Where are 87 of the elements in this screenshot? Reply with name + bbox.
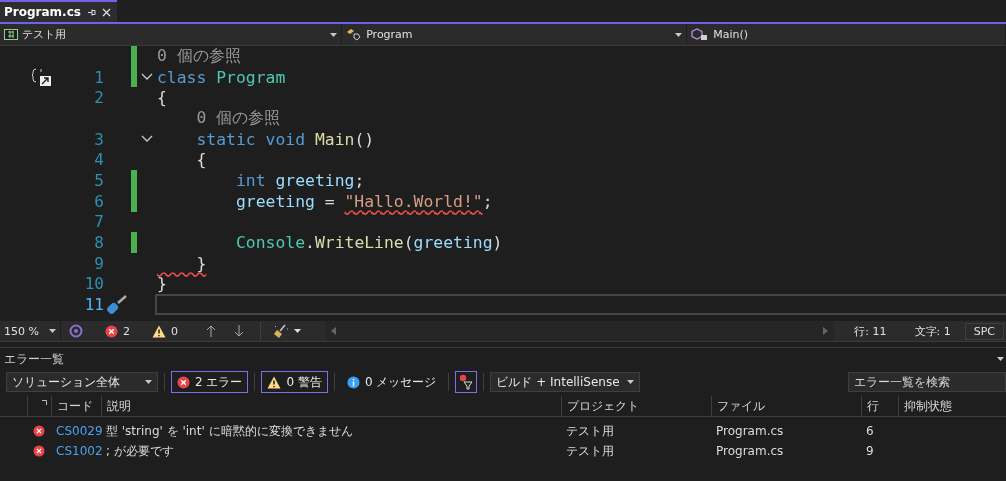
line-number: 7 <box>93 212 104 232</box>
panel-title: エラー一覧 <box>4 350 64 368</box>
scope-dropdown[interactable]: ソリューション全体 <box>6 372 158 392</box>
broom-icon[interactable] <box>273 324 289 338</box>
column-header[interactable]: 行 <box>861 396 898 416</box>
copilot-icon[interactable] <box>69 324 83 338</box>
panel-menu-caret-icon[interactable] <box>997 357 1004 361</box>
line-number: 10 <box>83 274 104 294</box>
error-icon <box>33 425 45 437</box>
code-braces-icon[interactable] <box>31 67 53 88</box>
warning-icon <box>267 375 282 389</box>
table-cell-text: Program.cs <box>715 444 785 458</box>
line-number: 6 <box>93 191 104 211</box>
line-number: 1 <box>93 67 104 87</box>
error-icon <box>105 324 118 338</box>
code-line: greeting = "Hallo.World!"; <box>234 191 493 211</box>
warning-filter-button[interactable]: 0 警告 <box>261 371 328 393</box>
column-header[interactable]: 抑制状態 <box>898 396 1006 416</box>
error-code-link[interactable]: CS1002 <box>51 444 101 458</box>
up-arrow-icon[interactable] <box>206 325 216 337</box>
error-code-link[interactable]: CS0029 <box>51 424 101 438</box>
sort-corner-icon <box>42 400 47 405</box>
table-cell-text: テスト用 <box>565 442 615 460</box>
column-header[interactable]: プロジェクト <box>561 396 711 416</box>
error-filter-button[interactable]: 2 エラー <box>171 371 249 393</box>
column-header[interactable]: ファイル <box>711 396 861 416</box>
dropdown-caret-icon <box>145 380 152 384</box>
table-cell-text: 型 'string' を 'int' に暗黙的に変換できません <box>105 422 354 440</box>
code-line: Console.WriteLine(greeting) <box>234 233 503 253</box>
table-cell-text: 6 <box>865 424 875 438</box>
reference-count-lens[interactable]: 0 個の参照 <box>157 107 281 130</box>
code-line: } <box>157 274 167 294</box>
line-number: 5 <box>93 170 104 190</box>
column-indicator: 文字: 1 <box>913 323 952 339</box>
warning-icon <box>152 324 166 338</box>
table-cell-text: Program.cs <box>715 424 785 438</box>
collapse-icon[interactable] <box>141 73 153 82</box>
line-number: 11 <box>83 295 104 315</box>
error-count[interactable]: 2 <box>123 324 130 338</box>
type-dropdown[interactable]: Program <box>342 24 688 45</box>
line-number: 9 <box>93 253 104 273</box>
dropdown-caret-icon <box>675 32 683 37</box>
down-arrow-icon[interactable] <box>234 325 244 337</box>
search-field[interactable]: エラー一覧を検索 <box>848 372 1006 392</box>
warning-count[interactable]: 0 <box>171 324 178 338</box>
dropdown-caret-icon <box>49 329 56 333</box>
error-icon <box>33 445 45 457</box>
table-cell-text: テスト用 <box>565 422 615 440</box>
code-line: { <box>157 88 167 108</box>
column-header[interactable]: 説明 <box>101 396 561 416</box>
code-line: { <box>195 150 207 170</box>
info-icon <box>346 375 360 389</box>
line-number: 4 <box>93 150 104 170</box>
dropdown-caret-icon <box>330 32 338 37</box>
code-line: class Program <box>157 67 286 87</box>
line-number: 8 <box>93 233 104 253</box>
class-icon <box>346 28 363 41</box>
line-number: 2 <box>93 88 104 108</box>
line-number: 3 <box>93 129 104 149</box>
whitespace-mode[interactable]: SPC <box>964 322 1004 340</box>
reference-count-lens[interactable]: 0 個の参照 <box>157 46 241 68</box>
code-line: int greeting; <box>234 170 365 190</box>
pin-icon[interactable] <box>86 7 96 17</box>
column-header[interactable]: コード <box>51 396 101 416</box>
horizontal-scrollbar[interactable] <box>325 321 835 341</box>
filter-toggle-button[interactable] <box>455 371 478 393</box>
project-dropdown[interactable]: テスト用 <box>0 24 343 45</box>
source-dropdown[interactable]: ビルド + IntelliSense <box>490 372 641 392</box>
code-line: static void Main() <box>195 129 375 149</box>
collapse-icon[interactable] <box>141 135 153 144</box>
method-lock-icon <box>691 28 710 41</box>
table-cell-text: ; が必要です <box>105 442 175 460</box>
zoom-dropdown[interactable]: 150 % <box>0 321 61 341</box>
scroll-right-icon[interactable] <box>823 327 829 335</box>
scroll-left-icon[interactable] <box>331 327 336 335</box>
csharp-project-icon <box>4 29 18 40</box>
file-tab[interactable]: Program.cs <box>0 0 117 22</box>
filter-icon <box>459 374 474 390</box>
table-cell-text: 9 <box>865 444 875 458</box>
error-icon <box>177 375 190 389</box>
line-indicator: 行: 11 <box>853 323 888 339</box>
info-filter-button[interactable]: 0 メッセージ <box>340 371 443 393</box>
member-dropdown[interactable]: Main() <box>687 24 1006 45</box>
code-line: } <box>195 253 207 273</box>
dropdown-caret-icon[interactable] <box>294 329 301 333</box>
dropdown-caret-icon <box>627 380 635 384</box>
close-icon[interactable] <box>101 7 111 17</box>
